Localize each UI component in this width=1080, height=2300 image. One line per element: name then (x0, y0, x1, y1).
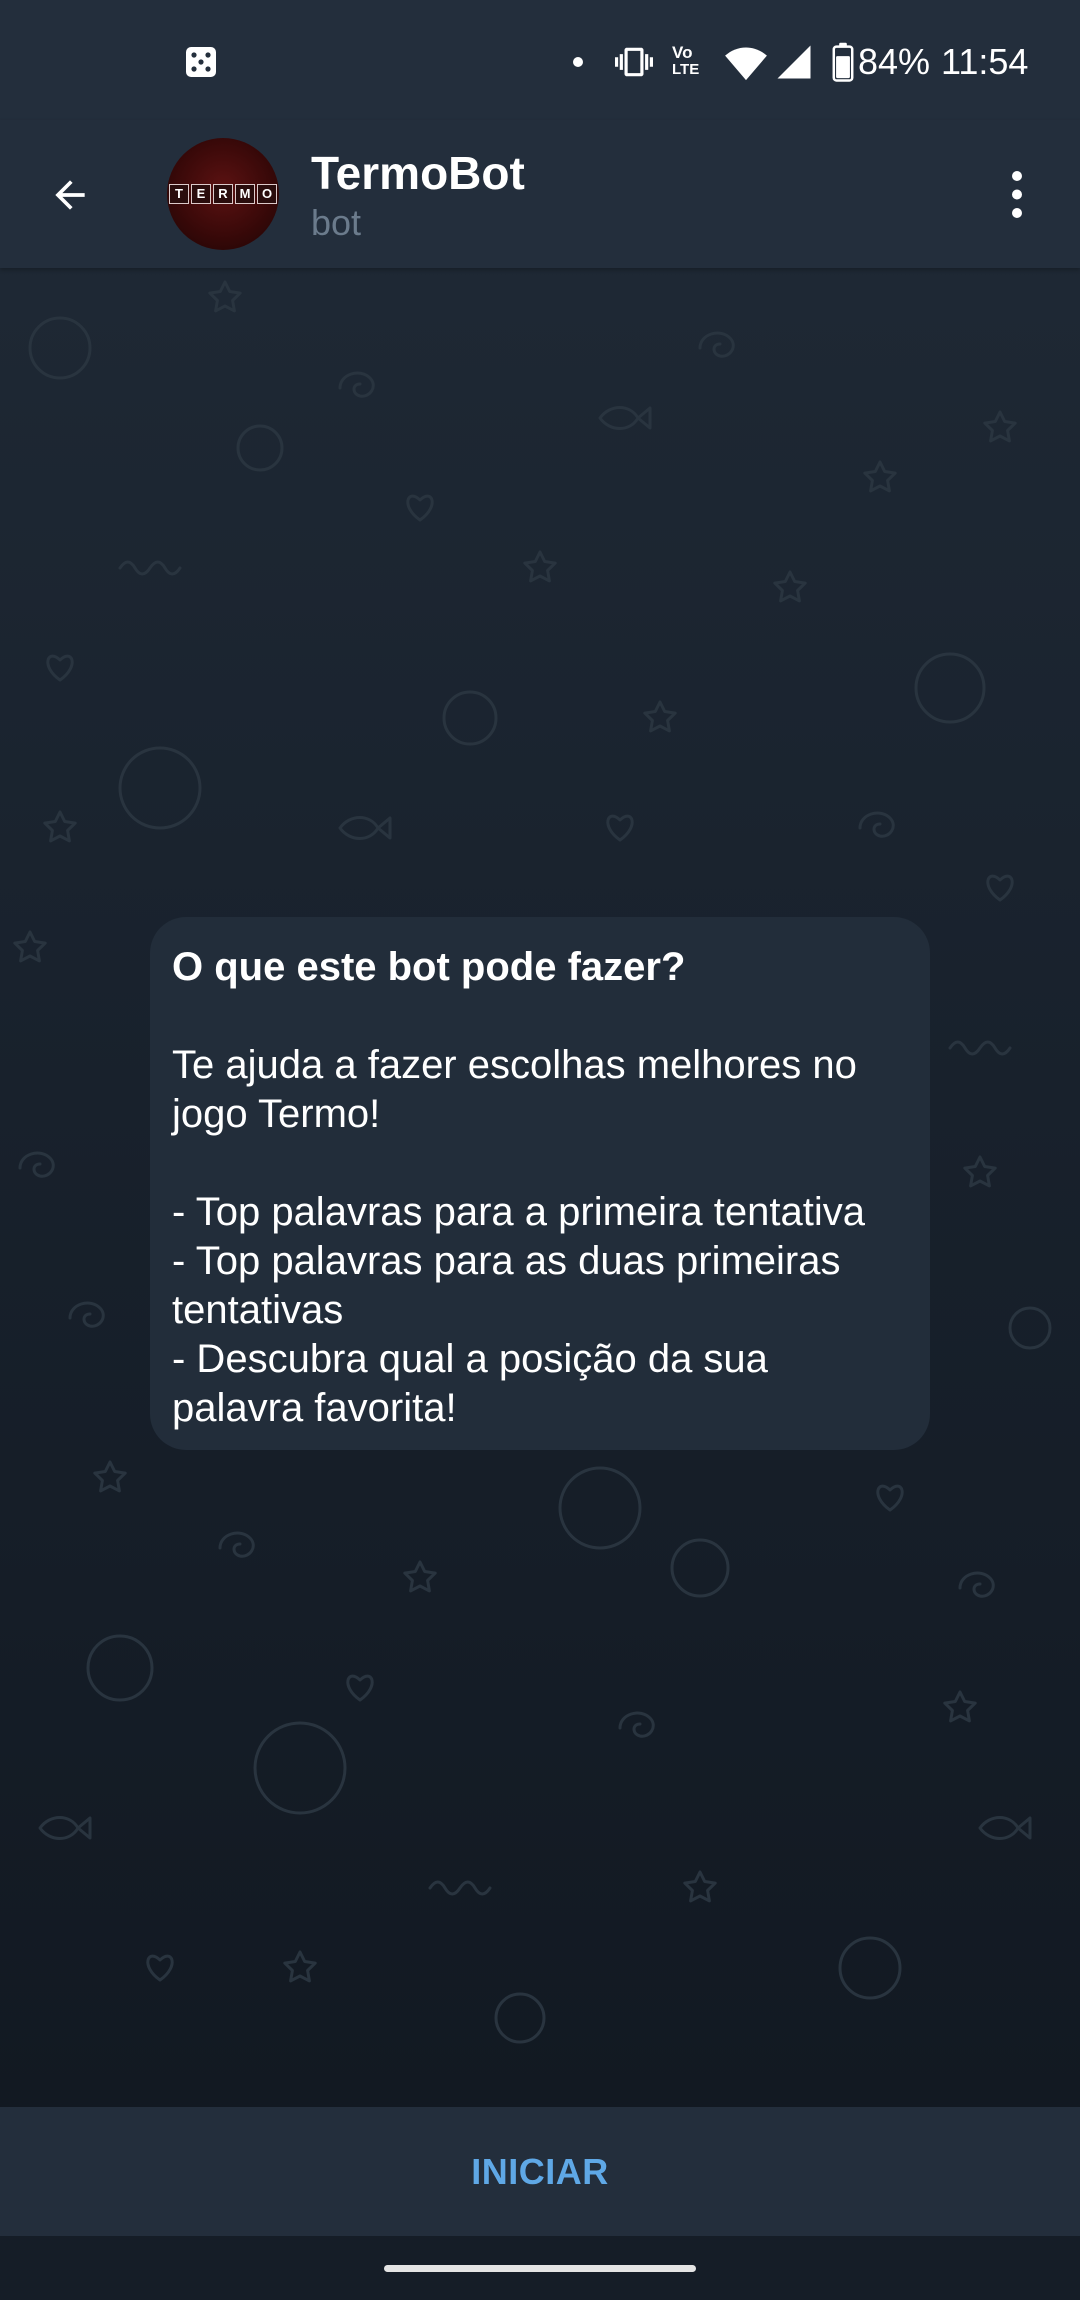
chat-header: T E R M O TermoBot bot (0, 120, 1080, 268)
chat-subtitle: bot (311, 202, 362, 243)
bot-description-paragraph: - Top palavras para a primeira tentativa… (172, 1188, 900, 1433)
more-vert-icon[interactable] (1002, 170, 1032, 220)
volte-icon: Vo LTE (672, 44, 714, 80)
avatar-tile: E (191, 184, 211, 204)
battery-percentage: 84% (858, 41, 931, 82)
bot-description-card: O que este bot pode fazer? Te ajuda a fa… (150, 917, 930, 1450)
bottom-action-bar: INICIAR (0, 2107, 1080, 2236)
volte-label-bottom: LTE (672, 61, 700, 78)
system-navigation-bar (0, 2236, 1080, 2300)
avatar-tile: M (235, 184, 255, 204)
bot-avatar[interactable]: T E R M O (167, 138, 279, 250)
avatar-tile: T (169, 184, 189, 204)
status-bar: Vo LTE 84% 11:54 (0, 0, 1080, 120)
battery-icon (832, 42, 854, 82)
cellular-signal-icon (777, 45, 811, 79)
chat-area: O que este bot pode fazer? Te ajuda a fa… (0, 268, 1080, 2107)
start-button[interactable]: INICIAR (411, 2131, 669, 2213)
notification-dot-icon (573, 57, 583, 67)
bot-description-line: - Top palavras para as duas primeiras (172, 1239, 841, 1283)
bot-description-line: - Top palavras para a primeira tentativa (172, 1190, 865, 1234)
bot-description-line: Te ajuda a fazer escolhas melhores no (172, 1043, 857, 1087)
chat-title: TermoBot (311, 147, 525, 199)
clock: 11:54 (941, 41, 1029, 82)
wifi-icon (725, 47, 767, 81)
bot-description-line: - Descubra qual a posição da sua (172, 1337, 768, 1381)
back-arrow-icon[interactable] (48, 173, 92, 217)
notification-icon (186, 47, 216, 77)
bot-description-paragraph: Te ajuda a fazer escolhas melhores no jo… (172, 1041, 900, 1139)
avatar-tile: O (257, 184, 277, 204)
vibrate-icon (615, 47, 653, 77)
bot-description-line: palavra favorita! (172, 1386, 457, 1430)
bot-description-title: O que este bot pode fazer? (172, 945, 686, 989)
bot-description-line: tentativas (172, 1288, 344, 1332)
avatar-logo-tiles: T E R M O (169, 184, 277, 204)
volte-label-top: Vo (672, 43, 693, 62)
battery-fill (836, 56, 850, 79)
home-indicator[interactable] (384, 2265, 696, 2272)
avatar-tile: R (213, 184, 233, 204)
bot-description-line: jogo Termo! (172, 1092, 381, 1136)
